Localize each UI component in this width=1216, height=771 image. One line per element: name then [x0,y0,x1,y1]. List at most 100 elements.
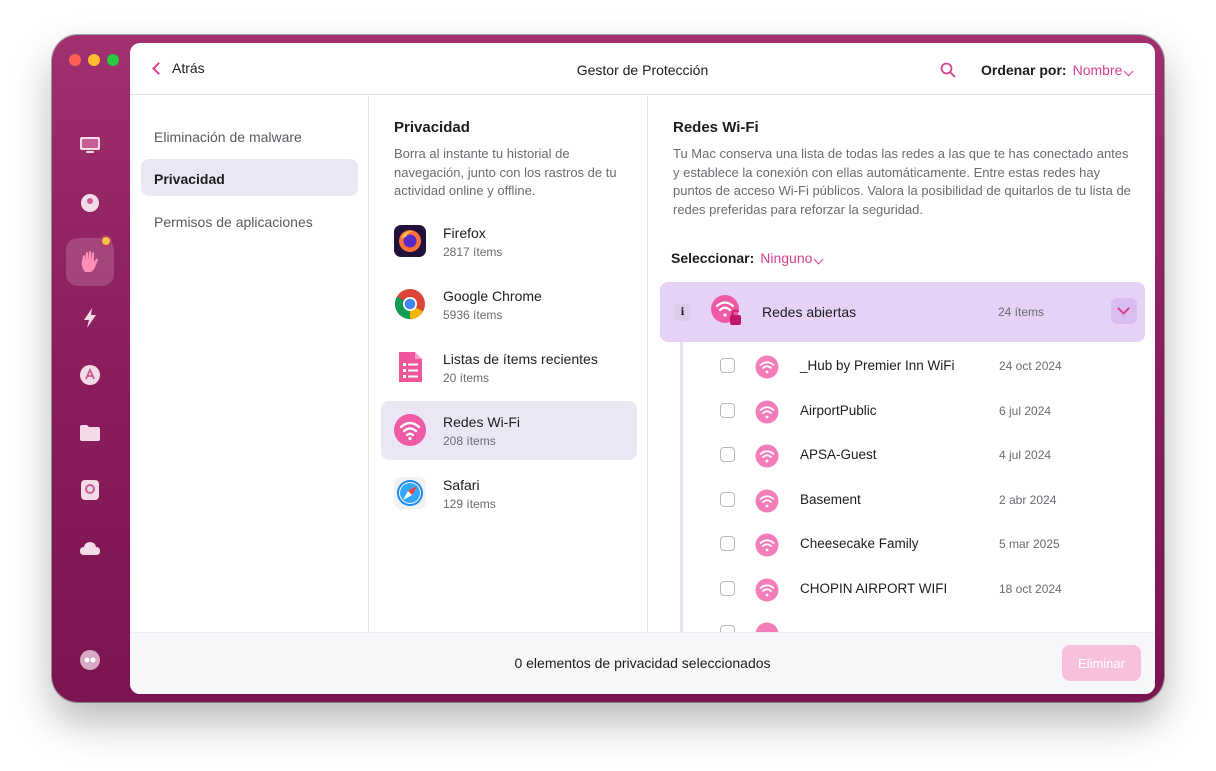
toolbar: Atrás Gestor de Protección Ordenar por: … [130,43,1155,95]
wifi-icon [755,444,779,468]
zoom-window-button[interactable] [107,54,119,66]
group-row-open-networks[interactable]: i Redes abiertas 24 ítems [660,282,1145,342]
select-control: Seleccionar: Ninguno [671,250,824,266]
minimize-window-button[interactable] [88,54,100,66]
table-row: Cheesecake Family 5 mar 2025 [709,522,1129,566]
chevron-down-icon [1117,302,1130,315]
selection-status: 0 elementos de privacidad seleccionados [514,655,771,671]
list-item-safari[interactable]: Safari 129 ítems [381,464,637,523]
cleanup-icon[interactable] [75,188,105,218]
main-panel: Atrás Gestor de Protección Ordenar por: … [130,43,1155,694]
delete-button[interactable]: Eliminar [1062,645,1141,681]
performance-icon[interactable] [75,303,105,333]
select-value: Ninguno [760,250,813,266]
collapse-toggle[interactable] [1111,298,1137,324]
list-item-wifi[interactable]: Redes Wi-Fi 208 ítems [381,401,637,460]
sidebar-item-app-permissions[interactable]: Permisos de aplicaciones [141,202,358,239]
app-count: 20 ítems [443,371,490,385]
tree-line [680,342,683,632]
row-checkbox[interactable] [720,581,735,596]
wifi-icon [755,489,779,513]
group-count: 24 ítems [998,305,1045,319]
row-checkbox[interactable] [720,625,735,632]
app-count: 2817 ítems [443,245,503,259]
list-item-chrome[interactable]: Google Chrome 5936 ítems [381,275,637,334]
wifi-icon [755,355,779,379]
notification-dot [100,235,112,247]
app-name: Google Chrome [443,288,542,304]
app-window: Atrás Gestor de Protección Ordenar por: … [52,35,1164,702]
close-window-button[interactable] [69,54,81,66]
sort-control: Ordenar por: Nombre [981,62,1134,78]
wifi-icon [755,533,779,557]
files-folder-icon[interactable] [75,418,105,448]
app-count: 5936 ítems [443,308,503,322]
sidebar-item-malware[interactable]: Eliminación de malware [141,117,358,154]
detail-description: Tu Mac conserva una lista de todas las r… [673,146,1131,218]
network-name: CHOPIN AIRPORT WIFI [800,581,948,596]
chrome-icon [394,289,425,320]
table-row-partial [709,611,1129,632]
app-name: Firefox [443,225,486,241]
select-label: Seleccionar: [671,250,755,266]
back-label: Atrás [172,60,205,76]
wifi-icon [755,622,779,632]
privacy-description: Borra al instante tu historial de navega… [394,146,617,199]
firefox-icon [394,225,426,257]
table-row: AirportPublic 6 jul 2024 [709,389,1129,433]
sort-label: Ordenar por: [981,62,1067,78]
detail-heading: Redes Wi-Fi [673,119,759,136]
app-count: 208 ítems [443,434,496,448]
network-date: 6 jul 2024 [999,404,1052,418]
app-name: Safari [443,477,480,493]
chevron-down-icon [813,254,824,265]
network-name: AirportPublic [800,403,877,418]
chevron-down-icon [1123,66,1134,77]
row-checkbox[interactable] [720,358,735,373]
smart-care-icon[interactable] [75,130,105,160]
row-checkbox[interactable] [720,536,735,551]
safari-icon [394,477,426,509]
app-count: 129 ítems [443,497,496,511]
row-checkbox[interactable] [720,492,735,507]
wifi-icon [755,578,779,602]
network-name: Basement [800,492,861,507]
detail-pane: Redes Wi-Fi Tu Mac conserva una lista de… [649,96,1155,632]
applications-icon[interactable] [75,360,105,390]
list-item-firefox[interactable]: Firefox 2817 ítems [381,212,637,271]
sort-dropdown[interactable]: Nombre [1072,62,1134,78]
sort-value: Nombre [1072,62,1123,78]
info-icon[interactable]: i [674,304,691,321]
wifi-icon [755,400,779,424]
network-date: 2 abr 2024 [999,493,1057,507]
category-sidebar: Eliminación de malware Privacidad Permis… [130,96,369,632]
network-name: APSA-Guest [800,447,877,462]
network-date: 18 oct 2024 [999,582,1062,596]
network-date: 4 jul 2024 [999,448,1052,462]
table-row: CHOPIN AIRPORT WIFI 18 oct 2024 [709,567,1129,611]
sidebar-item-privacy[interactable]: Privacidad [141,159,358,196]
network-date: 5 mar 2025 [999,537,1060,551]
table-row: APSA-Guest 4 jul 2024 [709,433,1129,477]
privacy-list: Privacidad Borra al instante tu historia… [370,96,648,632]
back-button[interactable]: Atrás [152,60,205,76]
search-icon[interactable] [940,62,956,78]
space-lens-icon[interactable] [75,475,105,505]
assistant-icon[interactable] [75,645,105,675]
recent-items-icon [399,352,422,382]
row-checkbox[interactable] [720,447,735,462]
privacy-heading: Privacidad [394,119,470,136]
row-checkbox[interactable] [720,403,735,418]
network-name: Cheesecake Family [800,536,919,551]
network-name: _Hub by Premier Inn WiFi [800,358,955,373]
list-item-recent-items[interactable]: Listas de ítems recientes 20 ítems [381,338,637,397]
app-name: Redes Wi-Fi [443,414,521,430]
open-wifi-lock-icon [711,295,741,325]
table-row: Basement 2 abr 2024 [709,478,1129,522]
app-name: Listas de ítems recientes [443,351,598,367]
chevron-left-icon [152,62,165,75]
footer-bar: 0 elementos de privacidad seleccionados … [130,632,1155,694]
select-dropdown[interactable]: Ninguno [760,250,824,266]
network-date: 24 oct 2024 [999,359,1062,373]
cloud-icon[interactable] [75,533,105,563]
